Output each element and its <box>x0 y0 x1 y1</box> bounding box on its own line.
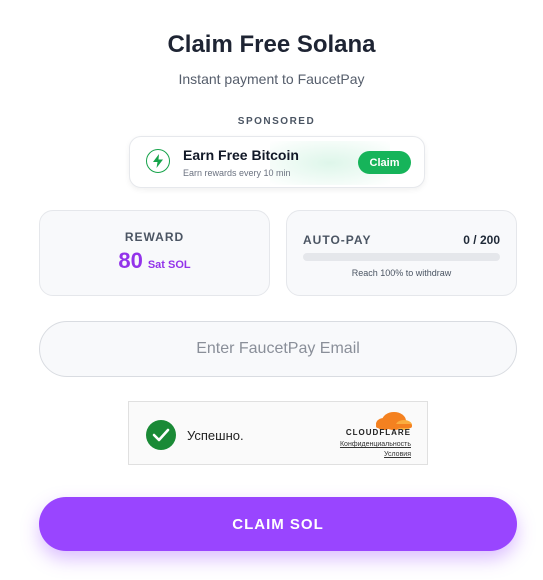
page-subtitle: Instant payment to FaucetPay <box>178 71 365 87</box>
autopay-progress-bar <box>303 253 500 261</box>
autopay-card: AUTO-PAY 0 / 200 Reach 100% to withdraw <box>286 210 517 296</box>
cloudflare-captcha-widget[interactable]: Успешно. CLOUDFLARE Конфиденциальность У… <box>128 401 428 465</box>
sponsored-label: SPONSORED <box>237 116 316 127</box>
autopay-count: 0 / 200 <box>463 233 500 247</box>
cloudflare-wordmark: CLOUDFLARE <box>345 428 411 437</box>
ad-claim-button[interactable]: Claim <box>358 151 411 174</box>
ad-subtitle: Earn rewards every 10 min <box>183 168 291 178</box>
reward-label: REWARD <box>124 230 185 244</box>
claim-sol-button[interactable]: CLAIM SOL <box>39 497 517 551</box>
reward-amount: 80 <box>118 248 143 273</box>
autopay-label: AUTO-PAY <box>303 233 372 247</box>
reward-value: 80 Sat SOL <box>40 248 269 274</box>
ad-title: Earn Free Bitcoin <box>183 147 299 163</box>
reward-unit: Sat SOL <box>147 259 191 271</box>
autopay-note: Reach 100% to withdraw <box>351 268 452 278</box>
reward-card: REWARD 80 Sat SOL <box>39 210 270 296</box>
lightning-bolt-icon <box>146 149 170 173</box>
terms-link[interactable]: Условия <box>384 451 411 458</box>
checkmark-icon <box>146 420 176 450</box>
sponsored-ad-card[interactable]: Earn Free Bitcoin Earn rewards every 10 … <box>129 136 425 188</box>
captcha-status: Успешно. <box>187 428 244 443</box>
privacy-link[interactable]: Конфиденциальность <box>340 441 411 448</box>
page-title: Claim Free Solana <box>167 31 376 58</box>
email-input[interactable] <box>39 321 517 377</box>
